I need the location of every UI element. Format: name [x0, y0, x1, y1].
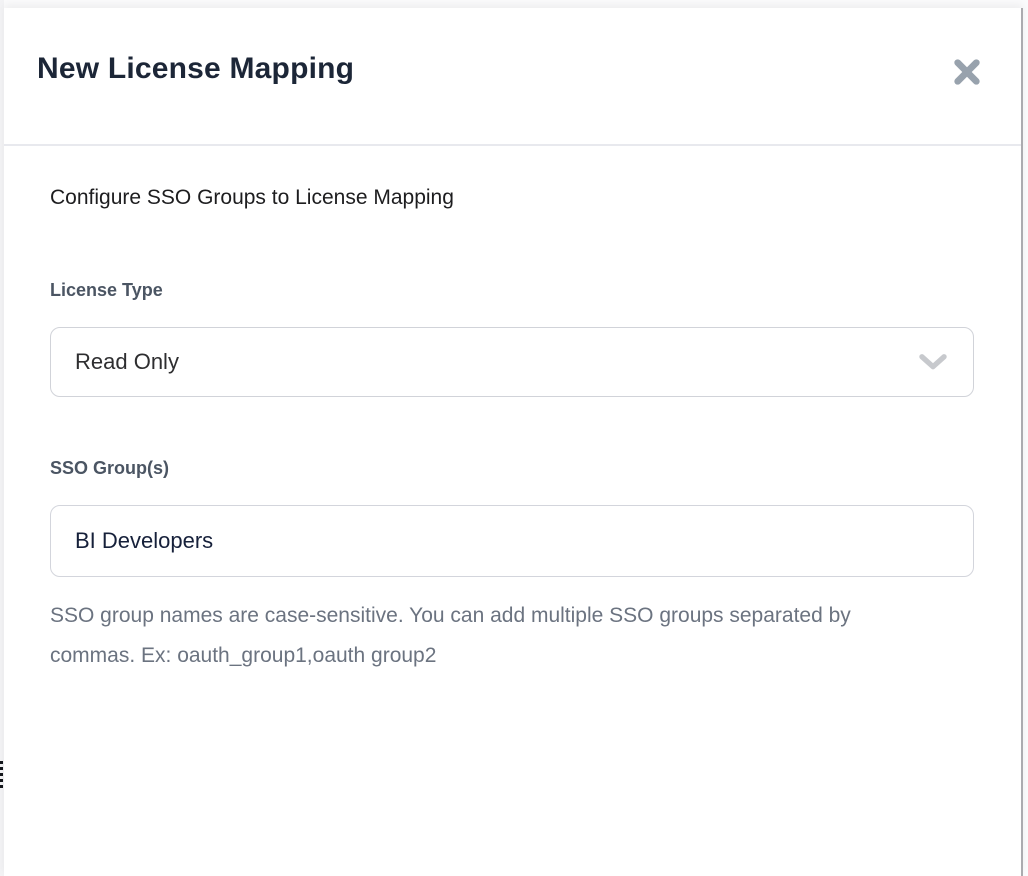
close-button[interactable]: [947, 52, 987, 92]
sso-groups-label: SSO Group(s): [50, 458, 169, 479]
dialog-title: New License Mapping: [37, 52, 354, 86]
dialog-body: Configure SSO Groups to License Mapping …: [4, 146, 1021, 876]
chevron-down-icon: [919, 354, 947, 371]
x-icon: [951, 56, 983, 88]
license-type-selected-value: Read Only: [75, 349, 179, 375]
new-license-mapping-dialog: New License Mapping Configure SSO Groups…: [4, 8, 1023, 876]
dialog-header: New License Mapping: [4, 8, 1021, 144]
body-heading: Configure SSO Groups to License Mapping: [50, 186, 454, 210]
license-type-label: License Type: [50, 280, 163, 301]
background-page-edge-artifact: [0, 761, 3, 788]
sso-groups-helper-text: SSO group names are case-sensitive. You …: [50, 596, 894, 676]
sso-groups-input[interactable]: [50, 505, 974, 577]
license-type-select[interactable]: Read Only: [50, 327, 974, 397]
